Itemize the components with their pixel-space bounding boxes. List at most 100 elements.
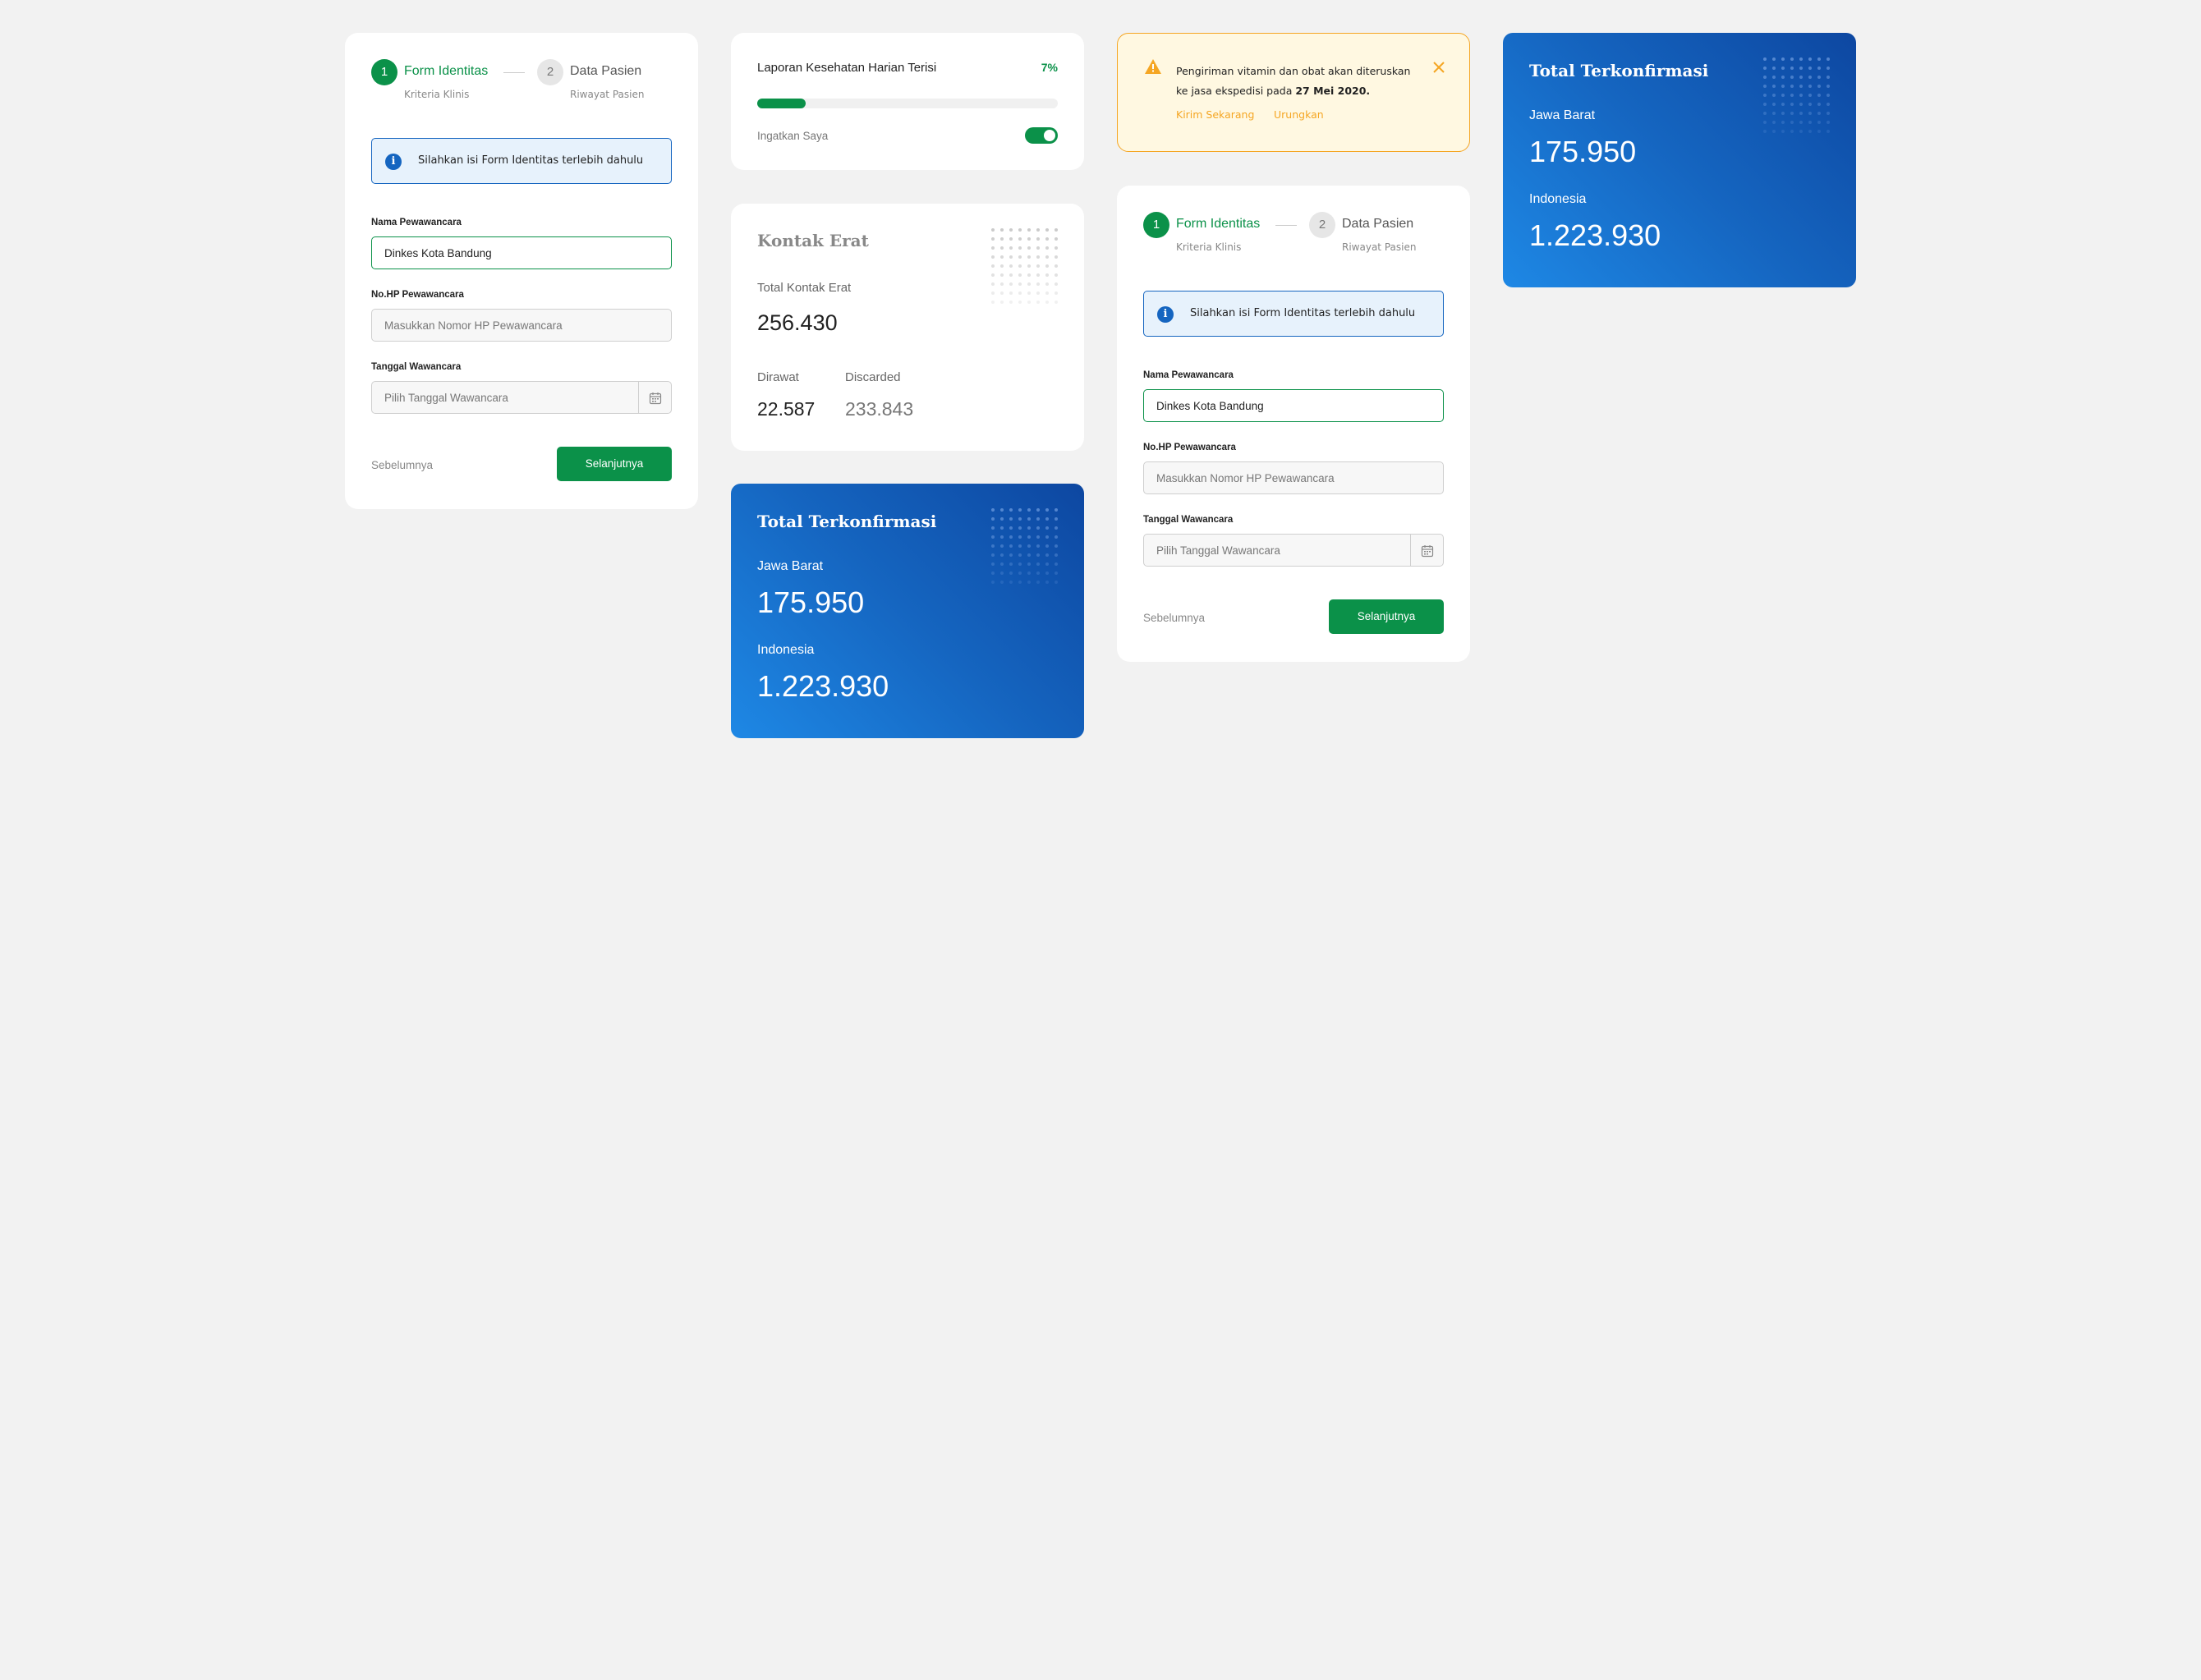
region-value: 175.950 bbox=[757, 585, 865, 619]
dot bbox=[1055, 237, 1058, 241]
dot bbox=[1808, 57, 1812, 61]
progress-fill bbox=[757, 99, 806, 108]
confirmed-title: Total Terkonfirmasi bbox=[757, 512, 937, 531]
dot bbox=[1055, 571, 1058, 575]
close-icon[interactable] bbox=[1433, 62, 1445, 73]
dot bbox=[991, 255, 995, 259]
dot bbox=[991, 264, 995, 268]
dot bbox=[1763, 94, 1767, 97]
dot bbox=[1045, 273, 1049, 277]
dot bbox=[1799, 76, 1803, 79]
dot bbox=[1009, 282, 1013, 286]
dot bbox=[1772, 67, 1776, 70]
dot bbox=[1027, 544, 1031, 548]
next-button[interactable]: Selanjutnya bbox=[1329, 599, 1444, 634]
dot bbox=[1781, 121, 1785, 124]
dot bbox=[1036, 517, 1040, 521]
dot bbox=[1781, 67, 1785, 70]
dot bbox=[1055, 535, 1058, 539]
dot bbox=[1055, 301, 1058, 304]
dot bbox=[1009, 228, 1013, 232]
dot bbox=[1045, 544, 1049, 548]
dot bbox=[1045, 237, 1049, 241]
dot bbox=[1000, 517, 1004, 521]
dot bbox=[1009, 237, 1013, 241]
calendar-button[interactable] bbox=[1410, 535, 1443, 566]
dot bbox=[1055, 544, 1058, 548]
remember-label: Ingatkan Saya bbox=[757, 130, 829, 142]
interviewer-name-input[interactable]: Dinkes Kota Bandung bbox=[371, 236, 672, 269]
dot bbox=[1055, 553, 1058, 557]
dot bbox=[1036, 237, 1040, 241]
dot bbox=[1009, 273, 1013, 277]
dot bbox=[1763, 121, 1767, 124]
interviewer-name-input[interactable]: Dinkes Kota Bandung bbox=[1143, 389, 1444, 422]
dot bbox=[1827, 67, 1830, 70]
dot bbox=[1036, 273, 1040, 277]
dot bbox=[1036, 246, 1040, 250]
remember-toggle[interactable] bbox=[1025, 127, 1058, 144]
dot bbox=[1009, 571, 1013, 575]
dot bbox=[1036, 544, 1040, 548]
interviewer-phone-input[interactable]: Masukkan Nomor HP Pewawancara bbox=[371, 309, 672, 342]
dot bbox=[1036, 562, 1040, 566]
dot bbox=[1036, 508, 1040, 512]
previous-link[interactable]: Sebelumnya bbox=[371, 459, 433, 471]
dot bbox=[1817, 85, 1821, 88]
interviewer-phone-label: No.HP Pewawancara bbox=[1143, 443, 1236, 452]
dot bbox=[1045, 571, 1049, 575]
interviewer-phone-placeholder: Masukkan Nomor HP Pewawancara bbox=[1156, 472, 1335, 484]
info-alert: i Silahkan isi Form Identitas terlebih d… bbox=[1143, 291, 1444, 337]
dot bbox=[1817, 57, 1821, 61]
dot bbox=[1000, 228, 1004, 232]
dot bbox=[1036, 581, 1040, 584]
dot bbox=[1772, 76, 1776, 79]
dot bbox=[1000, 553, 1004, 557]
dot bbox=[991, 535, 995, 539]
dot bbox=[1009, 246, 1013, 250]
dot bbox=[1799, 85, 1803, 88]
info-message: Silahkan isi Form Identitas terlebih dah… bbox=[418, 154, 644, 167]
dot bbox=[1763, 85, 1767, 88]
dot bbox=[1018, 562, 1022, 566]
calendar-icon bbox=[1421, 545, 1434, 558]
dot bbox=[1027, 273, 1031, 277]
dot bbox=[991, 517, 995, 521]
calendar-button[interactable] bbox=[638, 382, 671, 413]
send-now-link[interactable]: Kirim Sekarang bbox=[1176, 108, 1254, 121]
next-button[interactable]: Selanjutnya bbox=[557, 447, 672, 481]
dirawat-value: 22.587 bbox=[757, 398, 816, 420]
dot bbox=[1799, 130, 1803, 133]
dot bbox=[1781, 57, 1785, 61]
dot bbox=[1009, 562, 1013, 566]
dot bbox=[1045, 291, 1049, 295]
warning-alert: Pengiriman vitamin dan obat akan diterus… bbox=[1117, 33, 1470, 152]
interview-date-input[interactable]: Pilih Tanggal Wawancara bbox=[371, 381, 672, 414]
dot bbox=[1772, 57, 1776, 61]
alert-message: Pengiriman vitamin dan obat akan diterus… bbox=[1176, 62, 1422, 101]
previous-link[interactable]: Sebelumnya bbox=[1143, 612, 1205, 624]
dot bbox=[1018, 264, 1022, 268]
dot bbox=[1799, 112, 1803, 115]
dot bbox=[1009, 264, 1013, 268]
dot bbox=[1027, 237, 1031, 241]
dot bbox=[1027, 301, 1031, 304]
dot bbox=[1000, 562, 1004, 566]
interviewer-phone-input[interactable]: Masukkan Nomor HP Pewawancara bbox=[1143, 461, 1444, 494]
confirmed-title: Total Terkonfirmasi bbox=[1529, 61, 1709, 80]
dot bbox=[1055, 508, 1058, 512]
dot bbox=[1027, 553, 1031, 557]
interviewer-name-label: Nama Pewawancara bbox=[371, 218, 462, 227]
dot bbox=[1799, 67, 1803, 70]
dot bbox=[1027, 571, 1031, 575]
dot bbox=[1000, 237, 1004, 241]
dot bbox=[1790, 57, 1794, 61]
undo-link[interactable]: Urungkan bbox=[1274, 108, 1324, 121]
dot bbox=[1808, 103, 1812, 106]
dot bbox=[1827, 112, 1830, 115]
dot bbox=[1790, 130, 1794, 133]
dot bbox=[1763, 130, 1767, 133]
total-kontak-value: 256.430 bbox=[757, 310, 838, 335]
interview-date-input[interactable]: Pilih Tanggal Wawancara bbox=[1143, 534, 1444, 567]
dot bbox=[1790, 85, 1794, 88]
